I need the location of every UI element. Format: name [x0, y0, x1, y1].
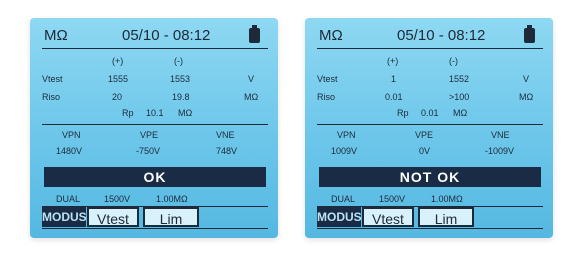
tab-modus[interactable]: MODUS [317, 207, 362, 227]
dual-label: DUAL [56, 194, 81, 204]
display-header: MΩ 05/10 - 08:12 [317, 25, 543, 49]
vpn-value: 1009V [331, 146, 358, 156]
vtest-minus-value: 1552 [449, 74, 470, 84]
vne-value: 748V [216, 146, 238, 156]
vpe-value: 0V [419, 146, 431, 156]
vpn-value: 1480V [56, 146, 83, 156]
rp-value: 0.01 [421, 108, 439, 118]
tab-vtest[interactable]: Vtest [87, 207, 139, 227]
rp-value: 10.1 [146, 108, 164, 118]
device-display-right: MΩ 05/10 - 08:12 (+) (-) Vtest 1 1552 V … [305, 18, 553, 238]
battery-icon [524, 25, 535, 43]
vtest-plus-value: 1555 [108, 74, 129, 84]
unit-label: MΩ [319, 27, 343, 44]
tab-vtest[interactable]: Vtest [362, 207, 414, 227]
mode-tab-bar: MODUS Vtest Lim [42, 206, 268, 229]
vtest-unit: V [248, 74, 255, 84]
vpe-label: VPE [415, 130, 434, 140]
column-plus-header: (+) [387, 56, 399, 66]
riso-minus-value: 19.8 [172, 92, 190, 102]
dual-label: DUAL [331, 194, 356, 204]
tab-lim[interactable]: Lim [143, 207, 199, 227]
status-banner: NOT OK [319, 167, 541, 187]
tab-modus[interactable]: MODUS [42, 207, 87, 227]
riso-unit: MΩ [244, 92, 259, 102]
riso-plus-value: 20 [112, 92, 123, 102]
dual-resistance: 1.00MΩ [431, 194, 463, 204]
vtest-label: Vtest [42, 74, 63, 84]
riso-minus-value: >100 [449, 92, 470, 102]
rp-label: Rp [397, 108, 409, 118]
mode-tab-bar: MODUS Vtest Lim [317, 206, 543, 229]
dual-voltage: 1500V [104, 194, 131, 204]
vne-value: -1009V [485, 146, 515, 156]
datetime-readout: 05/10 - 08:12 [122, 27, 211, 44]
vpn-label: VPN [62, 130, 81, 140]
rp-unit: MΩ [453, 108, 468, 118]
riso-label: Riso [317, 92, 336, 102]
status-banner: OK [44, 167, 266, 187]
divider [317, 124, 543, 125]
dual-resistance: 1.00MΩ [156, 194, 188, 204]
riso-unit: MΩ [519, 92, 534, 102]
unit-label: MΩ [44, 27, 68, 44]
riso-label: Riso [42, 92, 61, 102]
vne-label: VNE [216, 130, 235, 140]
datetime-readout: 05/10 - 08:12 [397, 27, 486, 44]
column-plus-header: (+) [112, 56, 124, 66]
column-minus-header: (-) [174, 56, 183, 66]
dual-voltage: 1500V [379, 194, 406, 204]
vtest-minus-value: 1553 [170, 74, 191, 84]
rp-label: Rp [122, 108, 134, 118]
vpn-label: VPN [337, 130, 356, 140]
vtest-plus-value: 1 [391, 74, 397, 84]
vtest-unit: V [523, 74, 530, 84]
rp-unit: MΩ [178, 108, 193, 118]
device-display-left: MΩ 05/10 - 08:12 (+) (-) Vtest 1555 1553… [30, 18, 278, 238]
battery-icon [249, 25, 260, 43]
vne-label: VNE [491, 130, 510, 140]
vpe-label: VPE [140, 130, 159, 140]
vpe-value: -750V [136, 146, 161, 156]
riso-plus-value: 0.01 [385, 92, 403, 102]
tab-lim[interactable]: Lim [418, 207, 474, 227]
column-minus-header: (-) [449, 56, 458, 66]
vtest-label: Vtest [317, 74, 338, 84]
display-header: MΩ 05/10 - 08:12 [42, 25, 268, 49]
divider [42, 124, 268, 125]
